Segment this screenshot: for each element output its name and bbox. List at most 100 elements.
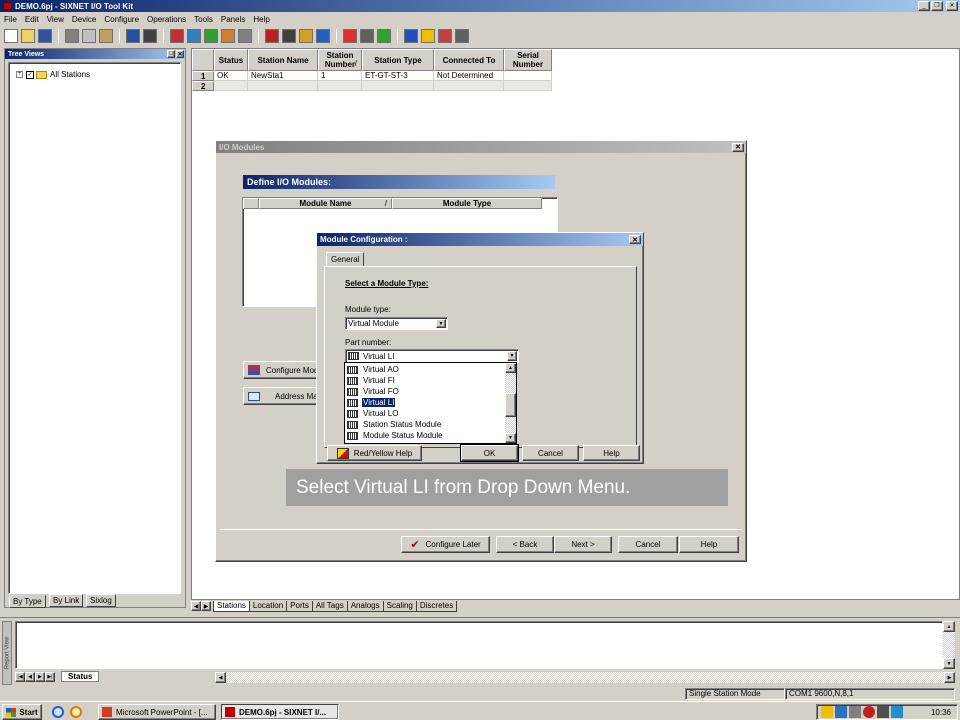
dropdown-scrollbar[interactable]: ▲ ▼ bbox=[505, 363, 516, 443]
mod-help-button[interactable]: Help bbox=[583, 445, 640, 461]
volume-icon[interactable] bbox=[849, 706, 861, 718]
taskbar-sixnet[interactable]: DEMO.6pj - SIXNET I/... bbox=[221, 704, 339, 720]
tree-close-button[interactable]: ✕ bbox=[176, 50, 184, 58]
report-scrollbar[interactable]: ▲ ▼ bbox=[943, 621, 955, 669]
restore-button[interactable]: ❐ bbox=[931, 1, 943, 11]
antivirus-icon[interactable] bbox=[863, 706, 875, 718]
sheet-tab-ports[interactable]: Ports bbox=[286, 600, 313, 612]
menu-file[interactable]: File bbox=[4, 15, 17, 24]
copy-icon[interactable] bbox=[82, 29, 96, 43]
download-icon[interactable] bbox=[221, 29, 235, 43]
part-number-dropdown-list[interactable]: Virtual AO Virtual FI Virtual FO Virtual LI… bbox=[344, 362, 517, 444]
outlook-icon[interactable] bbox=[70, 706, 82, 718]
next-button[interactable]: Next > bbox=[554, 536, 612, 553]
back-button[interactable]: < Back bbox=[496, 536, 554, 553]
report-area[interactable] bbox=[15, 621, 943, 669]
dropdown-option[interactable]: Module Status Module bbox=[345, 430, 505, 441]
check-icon[interactable] bbox=[377, 29, 391, 43]
report-first-button[interactable]: |◀ bbox=[15, 671, 25, 682]
find-icon[interactable] bbox=[238, 29, 252, 43]
column-header-station-number[interactable]: Station Number / bbox=[318, 49, 362, 71]
save-icon[interactable] bbox=[38, 29, 52, 43]
menu-device[interactable]: Device bbox=[72, 15, 96, 24]
column-header-status[interactable]: Status bbox=[214, 49, 248, 71]
taskbar-powerpoint[interactable]: Microsoft PowerPoint - [... bbox=[98, 704, 216, 720]
sheet-tab-location[interactable]: Location bbox=[248, 600, 288, 612]
mod-cancel-button[interactable]: Cancel bbox=[522, 445, 579, 461]
cut-icon[interactable] bbox=[65, 29, 79, 43]
tree-root-label[interactable]: All Stations bbox=[50, 70, 90, 79]
tag-icon[interactable] bbox=[299, 29, 313, 43]
column-header-connected-to[interactable]: Connected To bbox=[434, 49, 504, 71]
dropdown-option[interactable]: Virtual AO bbox=[345, 364, 505, 375]
report-tab-status[interactable]: Status bbox=[61, 671, 100, 682]
dropdown-option[interactable]: Virtual FO bbox=[345, 386, 505, 397]
checkbox-icon[interactable]: ✓ bbox=[26, 70, 34, 79]
cell-status[interactable]: OK bbox=[214, 71, 248, 81]
cell-serial[interactable] bbox=[504, 81, 552, 91]
menu-operations[interactable]: Operations bbox=[147, 15, 186, 24]
alarm-icon[interactable] bbox=[343, 29, 357, 43]
sheet-prev-button[interactable]: ◀ bbox=[191, 601, 201, 611]
printer-icon[interactable] bbox=[877, 706, 889, 718]
upload-icon[interactable] bbox=[204, 29, 218, 43]
update-icon[interactable] bbox=[891, 706, 903, 718]
ok-button[interactable]: OK bbox=[460, 444, 519, 462]
sheet-tab-stations[interactable]: Stations bbox=[213, 600, 250, 612]
row-number[interactable]: 1 bbox=[192, 71, 214, 81]
menu-edit[interactable]: Edit bbox=[25, 15, 39, 24]
cell-name[interactable] bbox=[248, 81, 318, 91]
dropdown-option[interactable]: Virtual FI bbox=[345, 375, 505, 386]
grid-corner[interactable] bbox=[192, 49, 214, 71]
menu-tools[interactable]: Tools bbox=[194, 15, 213, 24]
cell-status[interactable] bbox=[214, 81, 248, 91]
scroll-thumb[interactable] bbox=[505, 393, 516, 417]
ie-icon[interactable] bbox=[52, 706, 64, 718]
cell-number[interactable]: 1 bbox=[318, 71, 362, 81]
cell-number[interactable] bbox=[318, 81, 362, 91]
sixlog-icon[interactable] bbox=[438, 29, 452, 43]
menu-panels[interactable]: Panels bbox=[221, 15, 245, 24]
dropdown-option[interactable]: Station Status Module bbox=[345, 419, 505, 430]
open-icon[interactable] bbox=[21, 29, 35, 43]
column-header-station-name[interactable]: Station Name bbox=[248, 49, 318, 71]
module-name-header[interactable]: Module Name / bbox=[259, 198, 392, 209]
expand-icon[interactable]: + bbox=[16, 71, 23, 78]
cell-type[interactable] bbox=[362, 81, 434, 91]
report-last-button[interactable]: ▶| bbox=[45, 671, 55, 682]
sheet-tab-analogs[interactable]: Analogs bbox=[346, 600, 384, 612]
dropdown-option[interactable]: Virtual LI bbox=[345, 397, 505, 408]
cell-connected[interactable]: Not Determined bbox=[434, 71, 504, 81]
tree-dock-button[interactable]: □ bbox=[167, 50, 175, 58]
shield-icon[interactable] bbox=[821, 706, 833, 718]
grid-view-icon[interactable] bbox=[143, 29, 157, 43]
menu-view[interactable]: View bbox=[47, 15, 64, 24]
chevron-down-icon[interactable]: ▼ bbox=[436, 319, 446, 328]
tree-tab-by-link[interactable]: By Link bbox=[49, 594, 84, 607]
tree-view-area[interactable]: + ✓ All Stations bbox=[8, 62, 181, 594]
module-icon[interactable] bbox=[265, 29, 279, 43]
cell-serial[interactable] bbox=[504, 71, 552, 81]
tree-tab-sixlog[interactable]: Sixlog bbox=[86, 594, 116, 607]
help-icon[interactable] bbox=[421, 29, 435, 43]
chevron-down-icon[interactable]: ▼ bbox=[507, 351, 517, 361]
cell-type[interactable]: ET-GT-ST-3 bbox=[362, 71, 434, 81]
menu-help[interactable]: Help bbox=[253, 15, 269, 24]
station-icon[interactable] bbox=[170, 29, 184, 43]
io-dialog-close-button[interactable]: ✕ bbox=[732, 142, 744, 152]
table-row[interactable]: 1 OK NewSta1 1 ET-GT-ST-3 Not Determined bbox=[192, 71, 552, 81]
scroll-up-button[interactable]: ▲ bbox=[505, 363, 516, 373]
cell-name[interactable]: NewSta1 bbox=[248, 71, 318, 81]
minimize-button[interactable]: _ bbox=[918, 1, 930, 11]
report-next-button[interactable]: ▶ bbox=[35, 671, 45, 682]
sheet-next-button[interactable]: ▶ bbox=[201, 601, 211, 611]
tree-view-icon[interactable] bbox=[126, 29, 140, 43]
module-config-close-button[interactable]: ✕ bbox=[629, 235, 641, 244]
sheet-tab-all-tags[interactable]: All Tags bbox=[311, 600, 348, 612]
module-type-header[interactable]: Module Type bbox=[392, 198, 542, 209]
report-h-scrollbar[interactable]: ◀ ▶ bbox=[215, 672, 955, 683]
paste-icon[interactable] bbox=[99, 29, 113, 43]
part-number-select[interactable]: Virtual LI ▼ bbox=[345, 349, 519, 363]
table-row[interactable]: 2 bbox=[192, 81, 552, 91]
module-type-select[interactable]: Virtual Module ▼ bbox=[345, 317, 448, 330]
